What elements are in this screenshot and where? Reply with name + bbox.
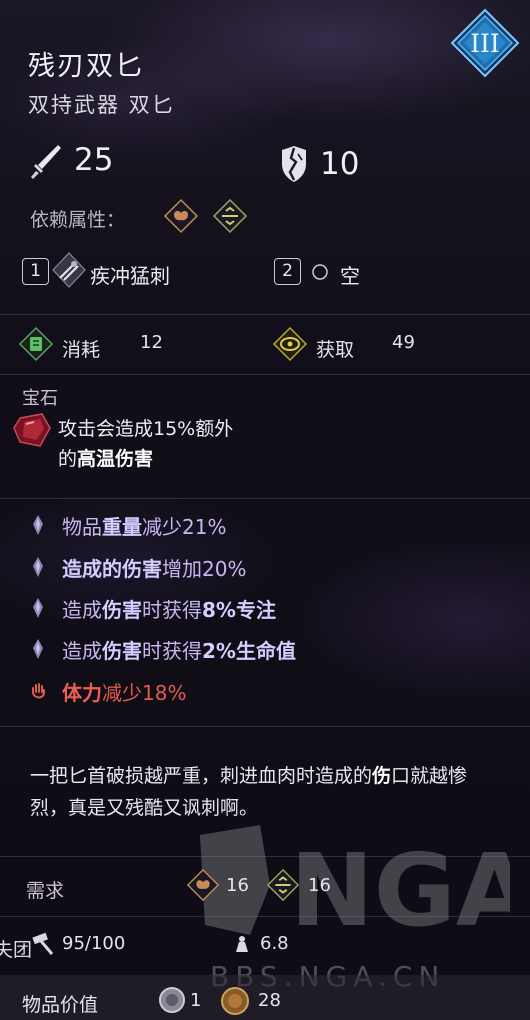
- item-value-label: 物品价值: [22, 994, 99, 1016]
- hammer-icon: [32, 932, 54, 955]
- weight-icon: [236, 936, 248, 952]
- divider: [0, 916, 530, 917]
- dexterity-requirement-value: 16: [308, 875, 331, 896]
- focus-gain-icon: [272, 326, 308, 362]
- focus-gain-label: 获取: [316, 339, 355, 361]
- modifier-crystal-icon: [33, 515, 43, 535]
- gem-effect-line-2: 的高温伤害: [58, 448, 154, 470]
- silver-coin-icon: [159, 987, 185, 1013]
- modifier-row: 物品重量减少21%: [30, 510, 226, 540]
- skill-slot-1-number: 1: [22, 258, 49, 285]
- tier-badge-icon: III: [450, 8, 520, 78]
- requirements-label: 需求: [26, 880, 65, 902]
- strength-requirement-value: 16: [226, 875, 249, 896]
- modifier-crystal-icon: [33, 598, 43, 618]
- focus-consume-icon: [18, 326, 54, 362]
- gem-effect-line-1: 攻击会造成15%额外: [58, 418, 234, 440]
- dexterity-attribute-icon: [212, 198, 248, 234]
- stamina-hand-icon: [32, 683, 45, 699]
- shield-break-icon: [282, 146, 306, 182]
- item-tooltip-card: 残刃双匕 双持武器 双匕 III 25 10 依赖属性： 1 疾冲猛刺 2 空 …: [0, 0, 530, 1020]
- tier-badge-text: III: [470, 29, 500, 58]
- modifier-text: 物品重量减少21%: [62, 514, 227, 539]
- sword-icon: [31, 145, 61, 179]
- modifier-row-negative: 体力减少18%: [30, 676, 186, 706]
- focus-consume-label: 消耗: [62, 339, 101, 361]
- divider: [0, 314, 530, 315]
- damage-value: 25: [74, 142, 114, 178]
- focus-gain-value: 49: [392, 332, 415, 353]
- focus-consume-value: 12: [140, 332, 163, 353]
- gold-coin-icon: [221, 987, 249, 1015]
- strength-attribute-icon: [163, 198, 199, 234]
- modifier-row: 造成伤害时获得2%生命值: [30, 634, 296, 664]
- item-type: 双持武器 双匕: [28, 93, 175, 117]
- gem-section-title: 宝石: [22, 388, 58, 409]
- divider: [0, 856, 530, 857]
- durability-value: 95/100: [62, 933, 126, 954]
- empty-slot-icon: [312, 264, 328, 280]
- strength-requirement-icon: [186, 868, 220, 902]
- gold-coin-value: 28: [258, 990, 281, 1011]
- modifier-crystal-icon: [33, 557, 43, 577]
- attribute-dependence-label: 依赖属性：: [30, 209, 126, 231]
- stagger-value: 10: [320, 146, 360, 182]
- divider: [0, 374, 530, 375]
- skill-2-name[interactable]: 空: [340, 260, 360, 289]
- skill-1-name[interactable]: 疾冲猛刺: [90, 260, 170, 289]
- dexterity-requirement-icon: [266, 868, 300, 902]
- modifier-row: 造成伤害时获得8%专注: [30, 593, 276, 623]
- weight-value: 6.8: [260, 933, 289, 954]
- modifier-text: 造成伤害时获得2%生命值: [62, 638, 296, 663]
- dash-strike-skill-icon[interactable]: [52, 252, 86, 288]
- modifier-text: 造成伤害时获得8%专注: [62, 597, 276, 622]
- durability-label: 失团: [0, 939, 33, 961]
- modifier-crystal-icon: [33, 639, 43, 659]
- red-gem-icon: [13, 413, 51, 447]
- modifier-text: 体力减少18%: [62, 680, 187, 705]
- item-name: 残刃双匕: [28, 51, 144, 82]
- modifier-row: 造成的伤害增加20%: [30, 552, 246, 582]
- modifier-text: 造成的伤害增加20%: [62, 556, 247, 581]
- skill-slot-2-number: 2: [274, 258, 301, 285]
- silver-coin-value: 1: [190, 990, 202, 1011]
- divider: [0, 726, 530, 727]
- divider: [0, 498, 530, 499]
